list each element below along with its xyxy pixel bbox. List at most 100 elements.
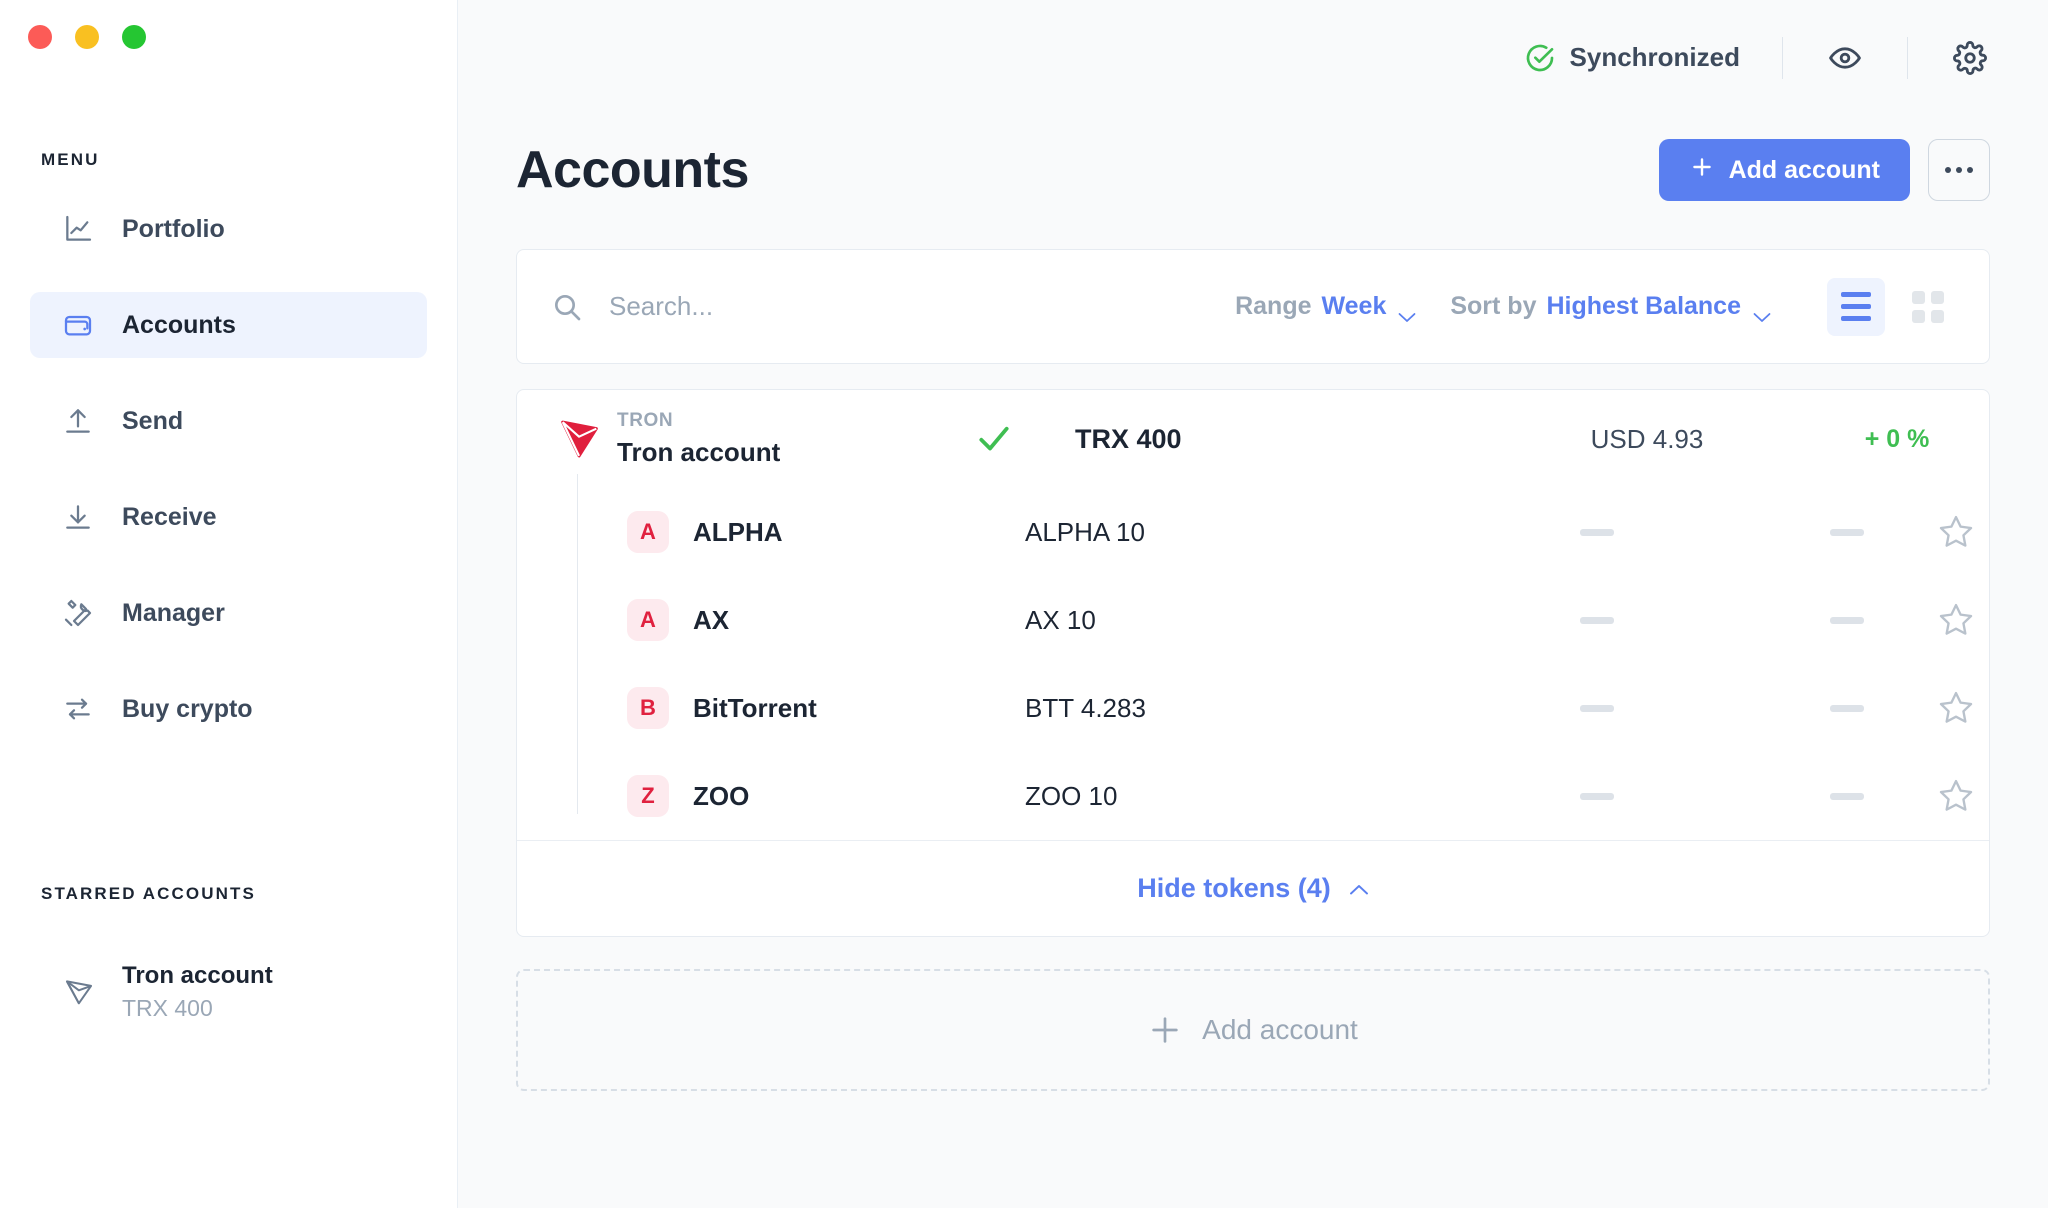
star-outline-icon[interactable]	[1937, 689, 1975, 727]
star-filled-icon[interactable]	[1987, 420, 1989, 458]
accounts-card: TRON Tron account TRX 400 USD 4.93 + 0 %	[516, 389, 1990, 937]
empty-value-dash	[1580, 528, 1614, 536]
minimize-window-button[interactable]	[75, 25, 99, 49]
search-icon	[551, 291, 583, 323]
starred-account-balance: TRX 400	[122, 995, 213, 1021]
empty-value-dash	[1830, 704, 1864, 712]
account-row-tron[interactable]: TRON Tron account TRX 400 USD 4.93 + 0 %	[517, 390, 1989, 488]
add-account-button[interactable]: Add account	[1658, 139, 1910, 201]
token-name: BitTorrent	[693, 692, 817, 723]
sidebar-item-label: Send	[122, 406, 184, 435]
plus-icon	[1689, 154, 1715, 187]
page-title: Accounts	[516, 141, 749, 199]
range-value-dropdown[interactable]: Week	[1322, 292, 1417, 322]
token-countervalue	[1437, 704, 1757, 712]
gear-icon[interactable]	[1950, 38, 1990, 78]
top-bar: Synchronized	[458, 0, 2048, 115]
list-view-button[interactable]	[1827, 277, 1885, 336]
empty-value-dash	[1830, 792, 1864, 800]
range-filter[interactable]: Range Week	[1235, 292, 1417, 322]
token-countervalue	[1437, 616, 1757, 624]
sidebar-item-label: Buy crypto	[122, 694, 253, 723]
more-options-button[interactable]	[1928, 139, 1990, 201]
token-countervalue	[1437, 528, 1757, 536]
sidebar-item-label: Accounts	[122, 310, 236, 339]
token-amount: ZOO 10	[1025, 780, 1118, 811]
token-star-cell	[1937, 777, 1975, 815]
table-row[interactable]: B BitTorrent BTT 4.283	[517, 664, 1989, 752]
sidebar-item-buy-crypto[interactable]: Buy crypto	[30, 676, 427, 742]
token-change	[1757, 528, 1937, 536]
search-field[interactable]	[551, 291, 1236, 323]
token-change	[1757, 616, 1937, 624]
chevron-down-icon	[1398, 301, 1416, 322]
sidebar-item-portfolio[interactable]: Portfolio	[30, 196, 427, 262]
chevron-up-icon	[1349, 883, 1369, 895]
starred-accounts-section-label: STARRED ACCOUNTS	[41, 884, 256, 903]
main-content: Synchronized Accounts Add account Search…	[458, 0, 2048, 1208]
account-verified	[947, 420, 1067, 458]
token-badge: A	[627, 511, 669, 553]
token-badge: A	[627, 599, 669, 641]
chart-line-icon	[62, 213, 94, 245]
account-star-cell	[1987, 420, 1989, 458]
star-outline-icon[interactable]	[1937, 601, 1975, 639]
sidebar-item-accounts[interactable]: Accounts	[30, 292, 427, 358]
app-window: MENU Portfolio Accounts Send Receive Man…	[0, 0, 2048, 1208]
account-identity: TRON Tron account	[617, 410, 947, 468]
account-currency-ticker: TRON	[617, 410, 674, 431]
eye-icon[interactable]	[1825, 38, 1865, 78]
token-amount: BTT 4.283	[1025, 692, 1146, 723]
tools-icon	[62, 597, 94, 629]
sort-value-label: Highest Balance	[1546, 292, 1741, 320]
token-countervalue	[1437, 792, 1757, 800]
empty-value-dash	[1580, 616, 1614, 624]
view-toggle-group	[1827, 277, 1957, 336]
account-change: + 0 %	[1864, 424, 1930, 453]
starred-account-name: Tron account	[122, 962, 273, 989]
sidebar-item-label: Receive	[122, 502, 217, 531]
token-change	[1757, 704, 1937, 712]
header-actions: Add account	[1658, 139, 1990, 201]
maximize-window-button[interactable]	[122, 25, 146, 49]
sort-label: Sort by	[1450, 292, 1537, 320]
sidebar-item-manager[interactable]: Manager	[30, 580, 427, 646]
sidebar-item-send[interactable]: Send	[30, 388, 427, 454]
arrow-up-icon	[62, 405, 94, 437]
sort-filter[interactable]: Sort by Highest Balance	[1450, 292, 1771, 322]
sidebar-nav: Portfolio Accounts Send Receive Manager …	[0, 196, 457, 742]
divider	[1907, 36, 1908, 79]
star-outline-icon[interactable]	[1937, 513, 1975, 551]
token-star-cell	[1937, 513, 1975, 551]
add-account-placeholder[interactable]: Add account	[516, 969, 1990, 1091]
sync-status-label: Synchronized	[1569, 42, 1740, 72]
swap-arrows-icon	[62, 693, 94, 725]
search-input[interactable]	[609, 291, 1236, 322]
starred-account-tron[interactable]: Tron account TRX 400	[0, 962, 457, 1022]
table-row[interactable]: A ALPHA ALPHA 10	[517, 488, 1989, 576]
table-row[interactable]: Z ZOO ZOO 10	[517, 752, 1989, 840]
grid-view-button[interactable]	[1899, 278, 1957, 336]
plus-icon	[1148, 1013, 1182, 1047]
sidebar-item-receive[interactable]: Receive	[30, 484, 427, 550]
tron-logo-icon	[557, 416, 603, 462]
token-name: AX	[693, 604, 730, 635]
token-change	[1757, 792, 1937, 800]
sync-status[interactable]: Synchronized	[1524, 42, 1740, 74]
ellipsis-icon	[1945, 167, 1973, 173]
hide-tokens-button[interactable]: Hide tokens (4)	[517, 840, 1989, 936]
divider	[1782, 36, 1783, 79]
token-amount: AX 10	[1025, 604, 1096, 635]
sort-value-dropdown[interactable]: Highest Balance	[1546, 292, 1771, 322]
table-row[interactable]: A AX AX 10	[517, 576, 1989, 664]
close-window-button[interactable]	[28, 25, 52, 49]
page-header: Accounts Add account	[458, 115, 2048, 201]
arrow-down-icon	[62, 501, 94, 533]
tron-icon	[62, 975, 96, 1009]
token-badge: Z	[627, 775, 669, 817]
check-icon	[975, 420, 1013, 458]
starred-account-text: Tron account TRX 400	[122, 962, 273, 1022]
window-controls	[0, 0, 457, 49]
token-name: ALPHA	[693, 516, 783, 547]
star-outline-icon[interactable]	[1937, 777, 1975, 815]
